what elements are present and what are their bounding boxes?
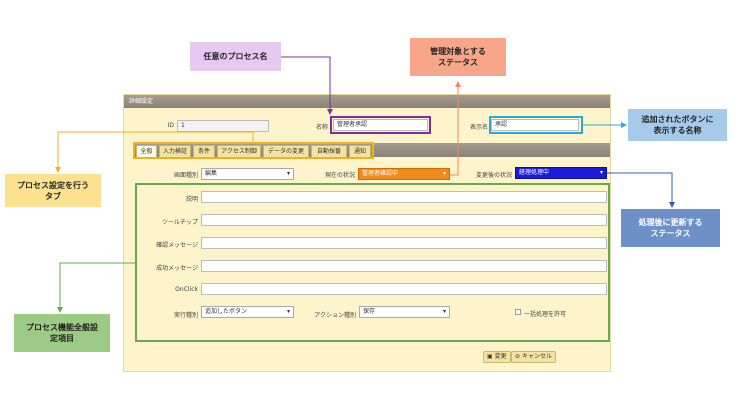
updated-status-connector [607,172,675,208]
process-name-connector [281,56,333,115]
annotation-target-status: 管理対象とする ステータス [410,38,506,76]
connector-lines [55,56,675,313]
annotation-process-tab: プロセス設定を行う タブ [5,174,101,207]
target-status-connector [450,81,461,176]
annotation-button-name: 追加されたボタンに 表示する名称 [628,109,727,141]
annotation-process-name: 任意のプロセス名 [190,42,281,71]
general-items-connector [57,262,135,313]
annotation-general-items: プロセス機能全般設 定項目 [14,314,110,352]
process-tab-connector [55,131,254,173]
annotation-updated-status: 処理後に更新する ステータス [621,209,720,247]
